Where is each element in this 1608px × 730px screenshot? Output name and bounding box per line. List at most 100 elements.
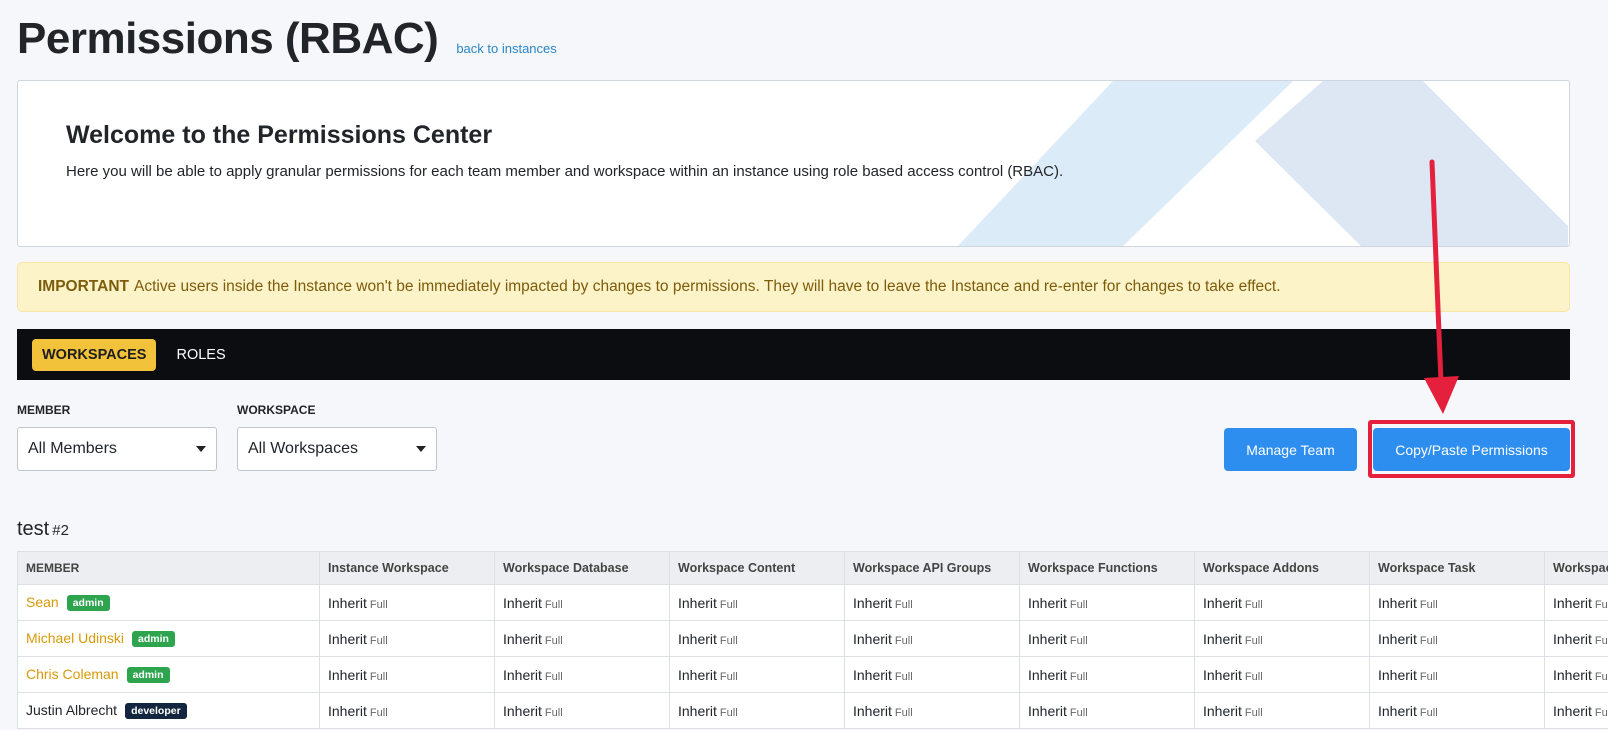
permission-value: Inherit bbox=[1378, 630, 1417, 647]
permission-cell[interactable]: InheritFull bbox=[1369, 620, 1545, 657]
permission-cell[interactable]: InheritFull bbox=[1544, 656, 1608, 693]
permission-cell[interactable]: InheritFull bbox=[669, 656, 845, 693]
permission-cell[interactable]: InheritFull bbox=[319, 692, 495, 729]
caret-down-icon bbox=[416, 446, 426, 452]
permission-cell[interactable]: InheritFull bbox=[1019, 692, 1195, 729]
permission-cell[interactable]: InheritFull bbox=[1194, 584, 1370, 621]
member-select-value: All Members bbox=[28, 440, 117, 457]
permission-cell[interactable]: InheritFull bbox=[494, 692, 670, 729]
member-cell: Sean admin bbox=[17, 584, 320, 621]
permission-value: Inherit bbox=[328, 630, 367, 647]
permission-value: Inherit bbox=[503, 594, 542, 611]
permission-cell[interactable]: InheritFull bbox=[669, 584, 845, 621]
workspace-select[interactable]: All Workspaces bbox=[237, 427, 437, 471]
permission-level: Full bbox=[544, 598, 563, 611]
role-badge: admin bbox=[132, 631, 175, 647]
permission-cell[interactable]: InheritFull bbox=[494, 620, 670, 657]
permission-value: Inherit bbox=[503, 702, 542, 719]
workspace-name: test bbox=[17, 518, 50, 540]
permission-value: Inherit bbox=[853, 594, 892, 611]
permission-level: Full bbox=[719, 598, 738, 611]
permission-value: Inherit bbox=[853, 702, 892, 719]
permission-level: Full bbox=[719, 634, 738, 647]
permission-level: Full bbox=[1244, 706, 1263, 719]
member-name-link[interactable]: Michael Udinski bbox=[26, 630, 124, 646]
permission-level: Full bbox=[1594, 706, 1608, 719]
permission-cell[interactable]: InheritFull bbox=[1544, 620, 1608, 657]
permission-cell[interactable]: InheritFull bbox=[844, 692, 1020, 729]
permission-level: Full bbox=[1244, 598, 1263, 611]
permission-level: Full bbox=[894, 634, 913, 647]
permission-cell[interactable]: InheritFull bbox=[669, 692, 845, 729]
permission-cell[interactable]: InheritFull bbox=[319, 620, 495, 657]
permission-cell[interactable]: InheritFull bbox=[1369, 656, 1545, 693]
permission-cell[interactable]: InheritFull bbox=[1019, 620, 1195, 657]
permission-cell[interactable]: InheritFull bbox=[844, 584, 1020, 621]
permission-level: Full bbox=[894, 670, 913, 683]
alert-text: Active users inside the Instance won't b… bbox=[133, 278, 1281, 295]
permission-cell[interactable]: InheritFull bbox=[1544, 584, 1608, 621]
permission-cell[interactable]: InheritFull bbox=[494, 584, 670, 621]
permission-value: Inherit bbox=[328, 666, 367, 683]
member-name: Justin Albrecht bbox=[26, 702, 118, 718]
permission-cell[interactable]: InheritFull bbox=[1544, 692, 1608, 729]
permission-level: Full bbox=[894, 706, 913, 719]
permission-value: Inherit bbox=[1553, 594, 1592, 611]
permission-value: Inherit bbox=[328, 702, 367, 719]
permission-cell[interactable]: InheritFull bbox=[1194, 620, 1370, 657]
permission-cell[interactable]: InheritFull bbox=[844, 620, 1020, 657]
member-cell: Michael Udinski admin bbox=[17, 620, 320, 657]
member-filter-label: MEMBER bbox=[17, 403, 71, 417]
member-name-link[interactable]: Sean bbox=[26, 594, 59, 610]
back-to-instances-link[interactable]: back to instances bbox=[456, 41, 556, 56]
permission-value: Inherit bbox=[1028, 666, 1067, 683]
workspace-select-value: All Workspaces bbox=[248, 440, 358, 457]
permission-value: Inherit bbox=[1553, 630, 1592, 647]
member-name-link[interactable]: Chris Coleman bbox=[26, 666, 119, 682]
permission-value: Inherit bbox=[1203, 702, 1242, 719]
table-row: Chris Coleman admin Inherit Full Inherit Fu… bbox=[17, 656, 1608, 693]
important-alert: IMPORTANT Active users inside the Instan… bbox=[17, 262, 1570, 312]
tab-workspaces[interactable]: WORKSPACES bbox=[32, 338, 157, 371]
permission-cell[interactable]: InheritFull bbox=[1194, 656, 1370, 693]
permission-level: Full bbox=[894, 598, 913, 611]
permission-cell[interactable]: InheritFull bbox=[1369, 692, 1545, 729]
role-badge: admin bbox=[126, 667, 170, 683]
column-header: MEMBER bbox=[17, 551, 320, 585]
permission-value: Inherit bbox=[1378, 666, 1417, 683]
permission-cell[interactable]: InheritFull bbox=[844, 656, 1020, 693]
column-header: Workspace Addons bbox=[1194, 551, 1370, 585]
permission-cell[interactable]: InheritFull bbox=[669, 620, 845, 657]
table-row: Justin Albrecht developer Inherit Full Inh… bbox=[17, 692, 1608, 729]
permission-value: Inherit bbox=[503, 666, 542, 683]
column-header: Instance Workspace bbox=[319, 551, 495, 585]
permission-cell[interactable]: InheritFull bbox=[1369, 584, 1545, 621]
alert-label: IMPORTANT bbox=[38, 278, 129, 295]
permission-value: Inherit bbox=[1028, 702, 1067, 719]
permission-value: Inherit bbox=[853, 666, 892, 683]
permission-cell[interactable]: InheritFull bbox=[319, 656, 495, 693]
page-header: Permissions (RBAC) back to instances bbox=[17, 14, 557, 64]
permission-level: Full bbox=[719, 706, 738, 719]
permission-cell[interactable]: InheritFull bbox=[1194, 692, 1370, 729]
role-badge: developer bbox=[125, 703, 187, 719]
table-header-row: MEMBER Instance Workspace Workspace Data… bbox=[17, 551, 1608, 585]
column-header: Workspace API Groups bbox=[844, 551, 1020, 585]
permission-value: Inherit bbox=[678, 630, 717, 647]
column-header: Workspace Database bbox=[494, 551, 670, 585]
permission-cell[interactable]: InheritFull bbox=[1019, 584, 1195, 621]
permission-level: Full bbox=[1594, 670, 1608, 683]
permission-cell[interactable]: InheritFull bbox=[319, 584, 495, 621]
tab-roles[interactable]: ROLES bbox=[166, 339, 235, 371]
section-title: test #2 bbox=[17, 518, 69, 541]
table-row: Sean admin Inherit Full Inherit Full Inheri… bbox=[17, 584, 1608, 621]
permission-level: Full bbox=[1069, 670, 1088, 683]
permission-level: Full bbox=[1069, 634, 1088, 647]
welcome-description: Here you will be able to apply granular … bbox=[66, 163, 1064, 180]
permission-level: Full bbox=[369, 598, 388, 611]
permission-cell[interactable]: InheritFull bbox=[494, 656, 670, 693]
member-select[interactable]: All Members bbox=[17, 427, 217, 471]
permission-cell[interactable]: InheritFull bbox=[1019, 656, 1195, 693]
permission-value: Inherit bbox=[1203, 594, 1242, 611]
manage-team-button[interactable]: Manage Team bbox=[1224, 428, 1357, 471]
